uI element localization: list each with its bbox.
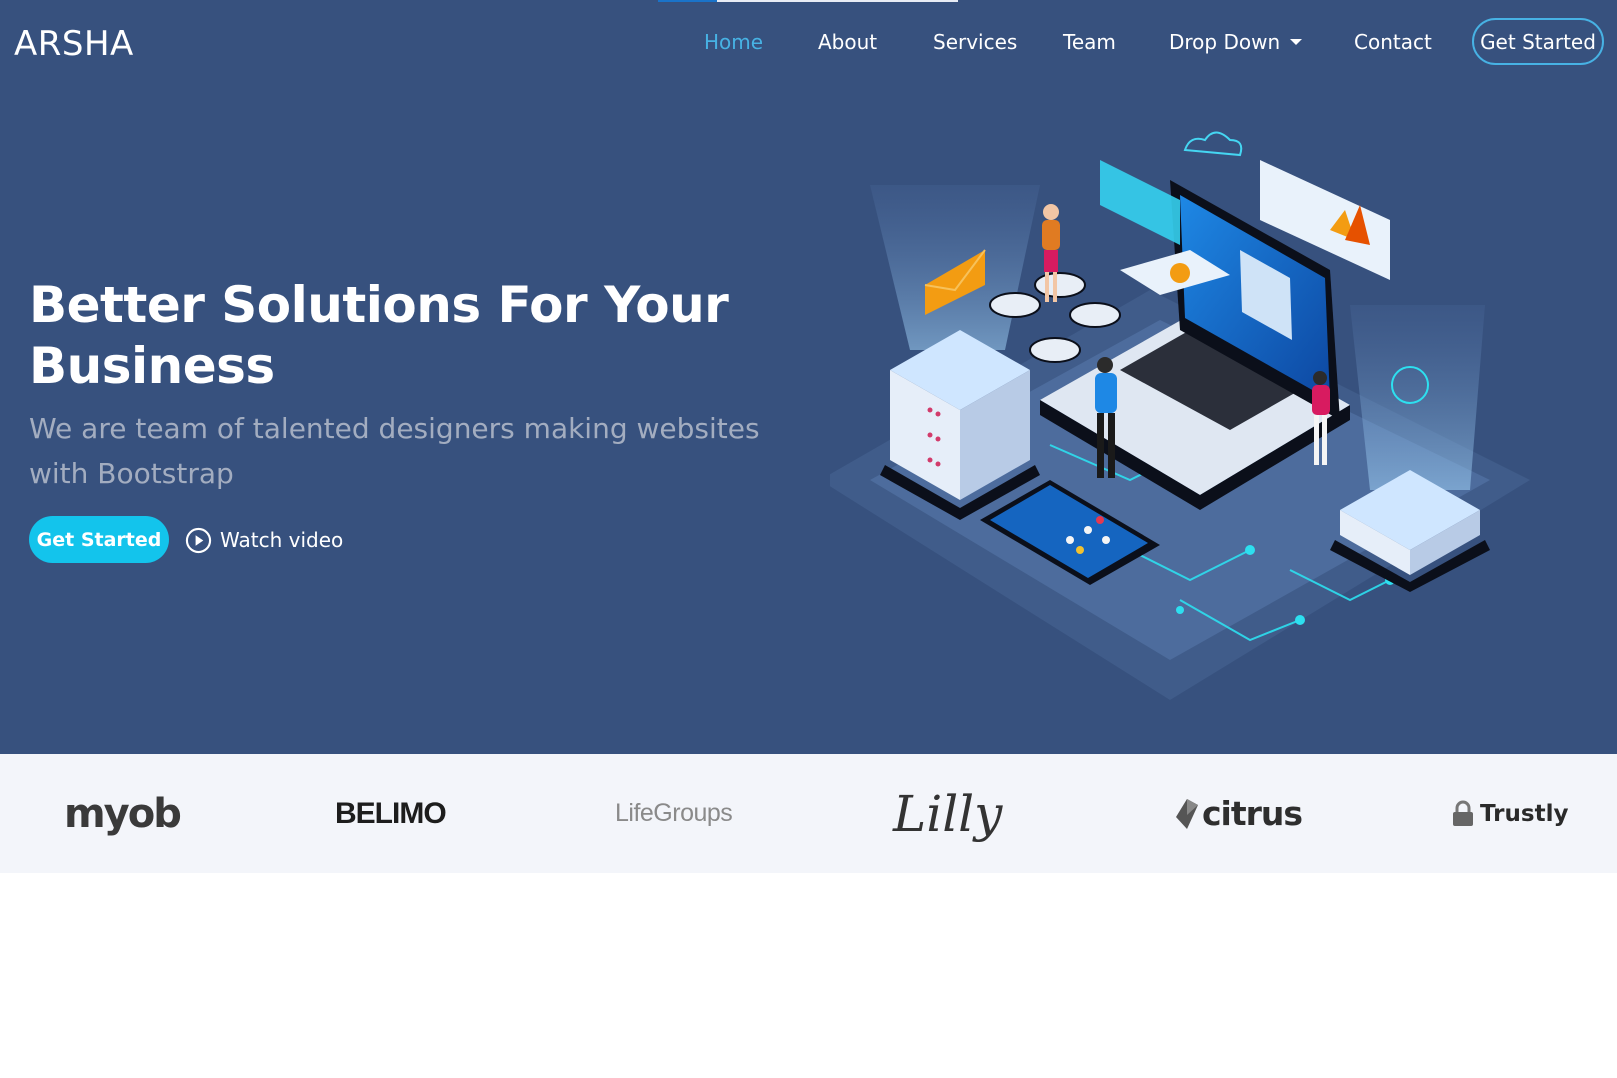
nav-item-team[interactable]: Team — [1063, 30, 1116, 54]
client-logo-citrus-text: citrus — [1202, 794, 1303, 833]
watch-video-label: Watch video — [220, 528, 344, 552]
page-load-progress — [658, 0, 958, 2]
client-logo-lifegroups[interactable]: LifeGroups — [615, 754, 733, 873]
client-logo-lilly[interactable]: Lilly — [893, 754, 1002, 873]
client-logo-trustly[interactable]: Trustly — [1450, 754, 1568, 873]
client-logo-trustly-text: Trustly — [1480, 800, 1569, 827]
client-logo-belimo[interactable]: BELIMO — [335, 754, 447, 873]
client-logo-myob[interactable]: myob — [64, 754, 182, 873]
citrus-mark-icon — [1176, 798, 1198, 829]
hero-subheadline: We are team of talented designers making… — [29, 412, 760, 490]
get-started-hero-button[interactable]: Get Started — [29, 516, 169, 563]
client-logo-citrus[interactable]: citrus — [1174, 754, 1303, 873]
hero-headline: Better Solutions For Your Business — [29, 276, 729, 395]
nav-item-dropdown-label: Drop Down — [1169, 30, 1281, 54]
play-circle-icon — [185, 527, 212, 553]
caret-down-icon — [1290, 38, 1303, 45]
clients-logo-strip: myob BELIMO LifeGroups Lilly citrus Trus… — [0, 754, 1617, 873]
nav-item-contact[interactable]: Contact — [1354, 30, 1432, 54]
nav-item-dropdown[interactable]: Drop Down — [1169, 30, 1303, 54]
client-logo-belimo-text: BELIMO — [335, 796, 447, 830]
isometric-tech-illustration — [830, 131, 1530, 700]
watch-video-link[interactable]: Watch video — [185, 526, 343, 554]
hero-section: ARSHA Home About Services Team Drop Down… — [0, 0, 1617, 754]
nav-item-home[interactable]: Home — [704, 30, 763, 54]
nav-item-about[interactable]: About — [818, 30, 877, 54]
nav-item-services[interactable]: Services — [933, 30, 1017, 54]
brand-logo[interactable]: ARSHA — [14, 24, 134, 64]
get-started-nav-button[interactable]: Get Started — [1472, 18, 1604, 65]
lock-icon — [1453, 800, 1473, 826]
